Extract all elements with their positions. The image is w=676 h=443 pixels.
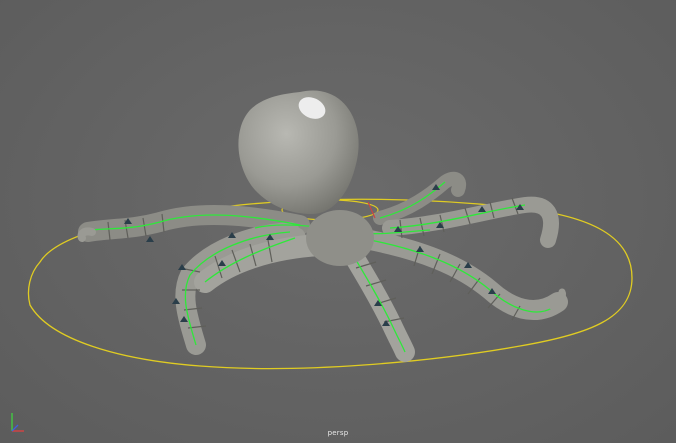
tentacle-back-right[interactable] — [373, 171, 467, 225]
scene-canvas[interactable] — [0, 0, 676, 443]
octopus-mantle[interactable] — [238, 90, 359, 214]
tentacle-front-right[interactable] — [360, 230, 568, 320]
maya-perspective-viewport[interactable]: persp — [0, 0, 676, 443]
octopus-neck[interactable] — [306, 210, 374, 266]
camera-label: persp — [327, 429, 349, 437]
